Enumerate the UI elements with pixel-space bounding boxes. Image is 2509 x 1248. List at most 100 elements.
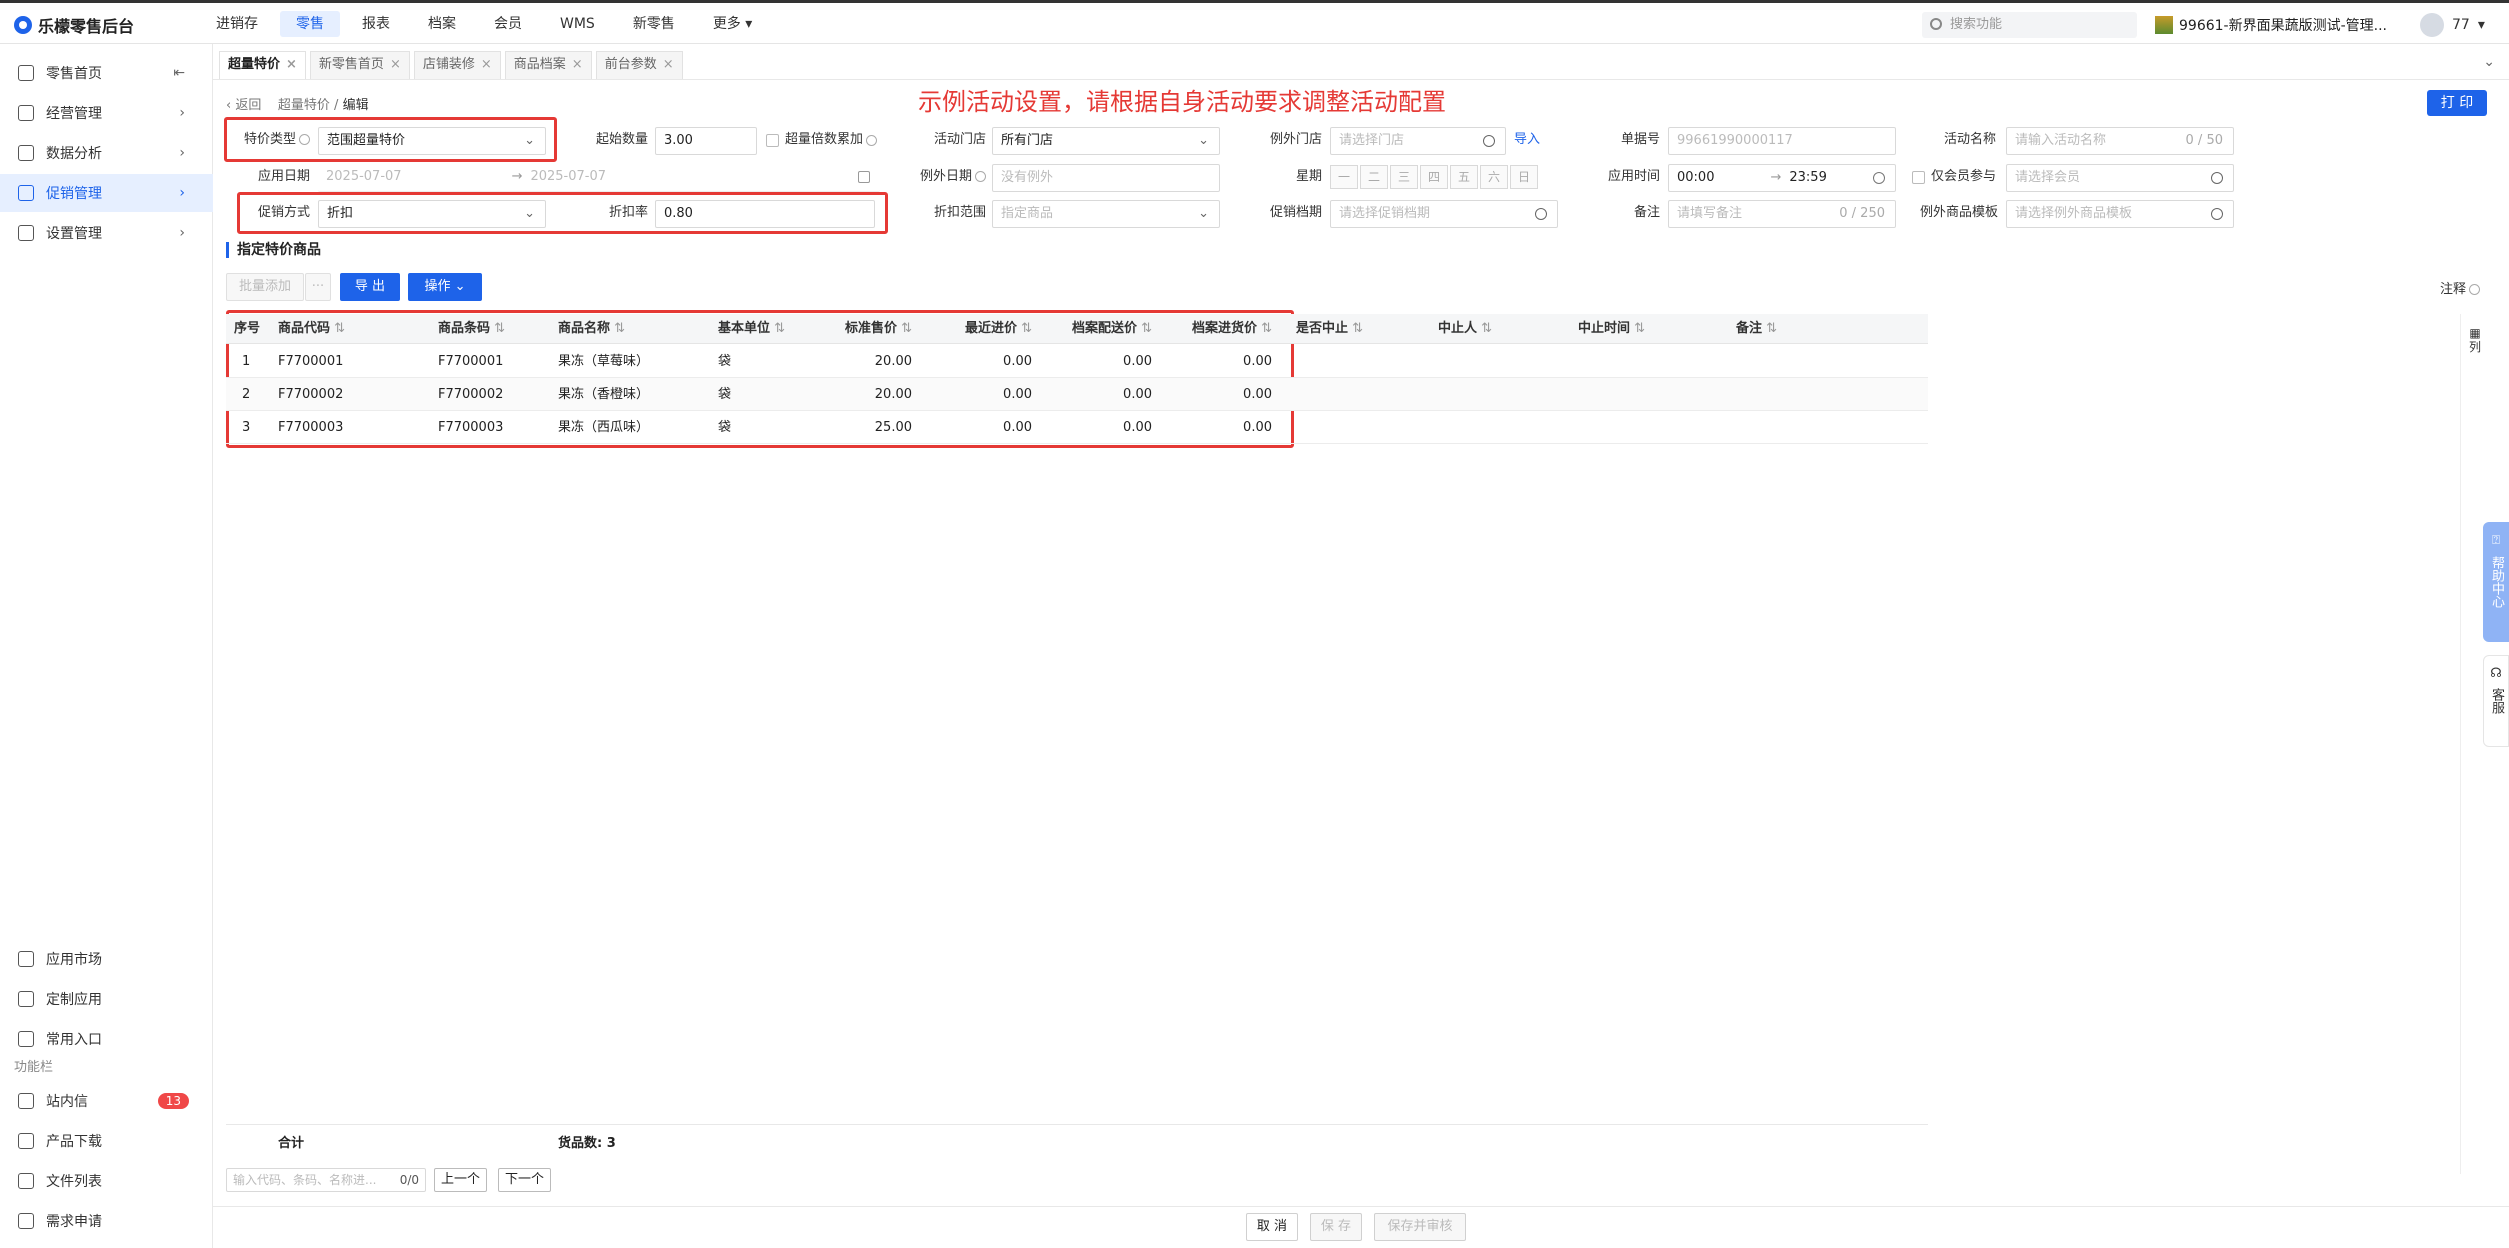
cancel-button[interactable]: 取 消 (1246, 1213, 1298, 1241)
discount-rate-input[interactable]: 0.80 (655, 200, 875, 228)
help-center-button[interactable]: ⍰ 帮助中心 (2483, 522, 2509, 642)
activity-name-input[interactable]: 请输入活动名称 0 / 50 (2006, 127, 2234, 155)
nav-retail[interactable]: 零售 (280, 10, 340, 37)
more-options-button[interactable]: ··· (305, 273, 331, 301)
column-settings-label: 列 (2468, 340, 2481, 354)
weekday-thu[interactable]: 四 (1420, 165, 1448, 189)
row-search-input[interactable]: 输入代码、条码、名称进... 0/0 (226, 1168, 426, 1192)
member-only-checkbox[interactable]: 仅会员参与 (1912, 163, 1996, 191)
activity-store-select[interactable]: 所有门店 ⌄ (992, 127, 1220, 155)
weekday-sun[interactable]: 日 (1510, 165, 1538, 189)
save-audit-button[interactable]: 保存并审核 (1374, 1213, 1466, 1241)
exception-date-input[interactable]: 没有例外 (992, 164, 1220, 192)
promo-method-select[interactable]: 折扣 ⌄ (318, 200, 546, 228)
global-search[interactable]: 搜索功能 (1922, 12, 2137, 38)
remark-input[interactable]: 请填写备注 0 / 250 (1668, 200, 1896, 228)
weekday-tue[interactable]: 二 (1360, 165, 1388, 189)
app-logo[interactable]: 乐檬零售后台 (14, 13, 134, 37)
header-last-cost[interactable]: 最近进价 ⇅ (926, 314, 1032, 344)
nav-wms[interactable]: WMS (544, 11, 611, 37)
prev-match-button[interactable]: 上一个 (434, 1168, 488, 1192)
sidebar-item-operation[interactable]: 经营管理 › (0, 94, 213, 132)
customer-service-button[interactable]: ☊ 客服 (2483, 655, 2509, 747)
export-button[interactable]: 导 出 (340, 273, 400, 301)
sidebar-item-custom-app[interactable]: 定制应用 (0, 980, 213, 1018)
header-code[interactable]: 商品代码 ⇅ (278, 314, 378, 344)
header-std-price[interactable]: 标准售价 ⇅ (816, 314, 912, 344)
nav-archive[interactable]: 档案 (412, 11, 472, 37)
header-stopped-time[interactable]: 中止时间 ⇅ (1578, 314, 1698, 344)
nav-report[interactable]: 报表 (346, 11, 406, 37)
sidebar-item-promotion[interactable]: 促销管理 › (0, 174, 213, 212)
tab-new-retail-home[interactable]: 新零售首页 × (309, 51, 410, 79)
sidebar-item-retail-home[interactable]: 零售首页 ⇤ (0, 54, 213, 92)
nav-jinxiaocun[interactable]: 进销存 (200, 11, 274, 37)
close-icon[interactable]: × (663, 57, 674, 72)
accumulate-checkbox[interactable]: 超量倍数累加 (766, 126, 878, 154)
sidebar-item-inbox[interactable]: 站内信 13 (0, 1082, 213, 1120)
nav-new-retail[interactable]: 新零售 (617, 11, 691, 37)
weekday-sat[interactable]: 六 (1480, 165, 1508, 189)
tab-front-params[interactable]: 前台参数 × (595, 51, 683, 79)
operate-button[interactable]: 操作 ⌄ (408, 273, 482, 301)
column-settings-button[interactable]: ▦ 列 (2467, 326, 2483, 354)
note-toggle[interactable]: 注释 (2440, 278, 2481, 297)
header-purchase-price[interactable]: 档案进货价 ⇅ (1166, 314, 1272, 344)
member-select-input[interactable]: 请选择会员 (2006, 164, 2234, 192)
start-qty-input[interactable]: 3.00 (655, 127, 757, 155)
close-icon[interactable]: × (390, 57, 401, 72)
apply-date-range[interactable]: 2025-07-07 → 2025-07-07 (318, 164, 880, 192)
row-search-match: 0/0 (399, 1173, 419, 1187)
weekday-fri[interactable]: 五 (1450, 165, 1478, 189)
table-row[interactable]: 2 F7700002 F7700002 果冻（香橙味） 袋 20.00 0.00… (226, 378, 1928, 411)
sidebar-item-settings[interactable]: 设置管理 › (0, 214, 213, 252)
user-menu[interactable]: 77 ▾ (2420, 13, 2485, 37)
store-selector[interactable]: 99661-新界面果蔬版测试-管理... (2155, 15, 2387, 35)
header-barcode[interactable]: 商品条码 ⇅ (438, 314, 538, 344)
nav-member[interactable]: 会员 (478, 11, 538, 37)
sidebar-item-favorites[interactable]: 常用入口 (0, 1020, 213, 1058)
header-remark[interactable]: 备注 ⇅ (1736, 314, 1836, 344)
header-unit[interactable]: 基本单位 ⇅ (718, 314, 808, 344)
exception-store-input[interactable]: 请选择门店 (1330, 127, 1506, 155)
search-icon[interactable] (2211, 172, 2223, 184)
header-name[interactable]: 商品名称 ⇅ (558, 314, 678, 344)
top-nav: 进销存 零售 报表 档案 会员 WMS 新零售 更多 ▾ (200, 3, 774, 44)
apply-time-range[interactable]: 00:00 → 23:59 (1668, 164, 1896, 192)
header-is-stopped[interactable]: 是否中止 ⇅ (1296, 314, 1396, 344)
table-row[interactable]: 1 F7700001 F7700001 果冻（草莓味） 袋 20.00 0.00… (226, 345, 1928, 378)
close-icon[interactable]: × (286, 57, 297, 72)
header-dist-price[interactable]: 档案配送价 ⇅ (1046, 314, 1152, 344)
promo-schedule-input[interactable]: 请选择促销档期 (1330, 200, 1558, 228)
table-row[interactable]: 3 F7700003 F7700003 果冻（西瓜味） 袋 25.00 0.00… (226, 411, 1928, 444)
batch-add-button[interactable]: 批量添加 (226, 273, 304, 301)
nav-more[interactable]: 更多 ▾ (697, 11, 768, 37)
breadcrumb-parent[interactable]: 超量特价 (278, 98, 330, 113)
sidebar-item-request[interactable]: 需求申请 (0, 1202, 213, 1240)
tab-product-archive[interactable]: 商品档案 × (504, 51, 592, 79)
close-icon[interactable]: × (481, 57, 492, 72)
import-link[interactable]: 导入 (1514, 126, 1550, 154)
close-icon[interactable]: × (572, 57, 583, 72)
print-button[interactable]: 打 印 (2427, 90, 2487, 116)
discount-range-select[interactable]: 指定商品 ⌄ (992, 200, 1220, 228)
promo-type-select[interactable]: 范围超量特价 ⌄ (318, 127, 546, 155)
sidebar-item-analysis[interactable]: 数据分析 › (0, 134, 213, 172)
sidebar-item-app-market[interactable]: 应用市场 (0, 940, 213, 978)
tab-store-decoration[interactable]: 店铺装修 × (413, 51, 501, 79)
exception-template-input[interactable]: 请选择例外商品模板 (2006, 200, 2234, 228)
sidebar-item-download[interactable]: 产品下载 (0, 1122, 213, 1160)
collapse-sidebar-icon[interactable]: ⇤ (173, 65, 185, 81)
sidebar-item-file-list[interactable]: 文件列表 (0, 1162, 213, 1200)
search-icon[interactable] (2211, 208, 2223, 220)
next-match-button[interactable]: 下一个 (498, 1168, 552, 1192)
chevron-down-icon[interactable]: ⌄ (2483, 54, 2495, 70)
weekday-mon[interactable]: 一 (1330, 165, 1358, 189)
weekday-wed[interactable]: 三 (1390, 165, 1418, 189)
tab-promo-special[interactable]: 超量特价 × (219, 51, 306, 79)
header-stopped-by[interactable]: 中止人 ⇅ (1438, 314, 1538, 344)
search-icon[interactable] (1535, 208, 1547, 220)
back-link[interactable]: ‹ 返回 (226, 98, 261, 113)
search-icon[interactable] (1483, 135, 1495, 147)
save-button[interactable]: 保 存 (1310, 1213, 1362, 1241)
